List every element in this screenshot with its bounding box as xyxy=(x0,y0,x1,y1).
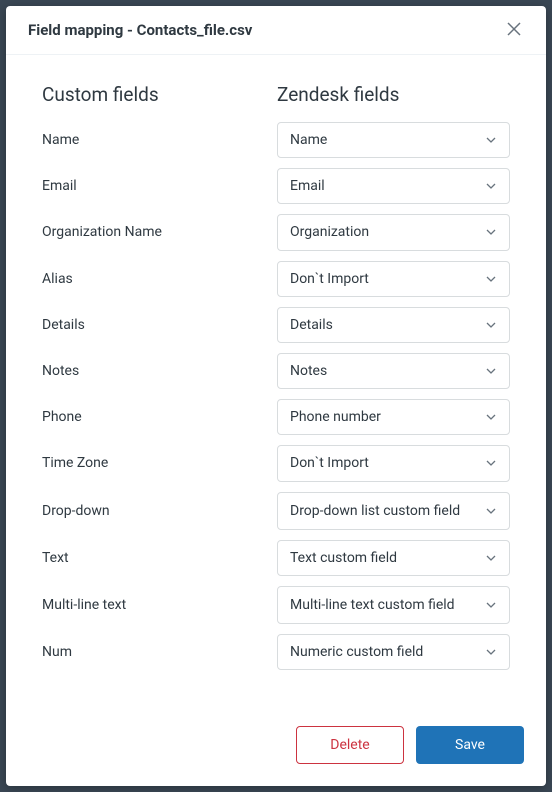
field-select-num[interactable]: Numeric custom field xyxy=(277,634,510,670)
select-value: Numeric custom field xyxy=(290,643,423,661)
field-label: Multi-line text xyxy=(42,597,277,613)
field-select-email[interactable]: Email xyxy=(277,168,510,204)
field-label: Name xyxy=(42,132,277,148)
field-label: Notes xyxy=(42,363,277,379)
mapping-row: Text Text custom field xyxy=(42,540,510,576)
select-value: Drop-down list custom field xyxy=(290,502,460,520)
field-select-details[interactable]: Details xyxy=(277,307,510,343)
mapping-row: Phone Phone number xyxy=(42,399,510,435)
field-select-phone[interactable]: Phone number xyxy=(277,399,510,435)
field-select-multiline[interactable]: Multi-line text custom field xyxy=(277,586,510,624)
field-select-text[interactable]: Text custom field xyxy=(277,540,510,576)
mapping-row: Drop-down Drop-down list custom field xyxy=(42,492,510,530)
modal-header: Field mapping - Contacts_file.csv xyxy=(6,6,546,55)
field-label: Drop-down xyxy=(42,503,277,519)
close-button[interactable] xyxy=(504,20,524,40)
mapping-row: Notes Notes xyxy=(42,353,510,389)
select-value: Text custom field xyxy=(290,549,397,567)
field-label: Alias xyxy=(42,271,277,287)
select-value: Organization xyxy=(290,223,369,241)
chevron-down-icon xyxy=(485,226,497,238)
field-label: Details xyxy=(42,317,277,333)
select-value: Notes xyxy=(290,362,327,380)
close-icon xyxy=(507,21,521,40)
field-label: Time Zone xyxy=(42,455,277,471)
chevron-down-icon xyxy=(485,457,497,469)
chevron-down-icon xyxy=(485,319,497,331)
custom-fields-header: Custom fields xyxy=(42,83,277,106)
field-select-organization[interactable]: Organization xyxy=(277,214,510,250)
chevron-down-icon xyxy=(485,552,497,564)
field-select-name[interactable]: Name xyxy=(277,122,510,158)
mapping-row: Name Name xyxy=(42,122,510,158)
modal-footer: Delete Save xyxy=(6,708,546,786)
field-label: Text xyxy=(42,550,277,566)
mapping-row: Num Numeric custom field xyxy=(42,634,510,670)
select-value: Multi-line text custom field xyxy=(290,596,455,614)
field-select-alias[interactable]: Don`t Import xyxy=(277,261,510,297)
mapping-row: Details Details xyxy=(42,307,510,343)
zendesk-fields-header: Zendesk fields xyxy=(277,83,510,106)
chevron-down-icon xyxy=(485,180,497,192)
chevron-down-icon xyxy=(485,505,497,517)
field-label: Num xyxy=(42,644,277,660)
mapping-row: Alias Don`t Import xyxy=(42,261,510,297)
chevron-down-icon xyxy=(485,646,497,658)
select-value: Name xyxy=(290,131,327,149)
field-select-timezone[interactable]: Don`t Import xyxy=(277,445,510,481)
chevron-down-icon xyxy=(485,134,497,146)
mapping-row: Time Zone Don`t Import xyxy=(42,445,510,481)
mapping-row: Multi-line text Multi-line text custom f… xyxy=(42,586,510,624)
field-label: Email xyxy=(42,178,277,194)
field-select-dropdown[interactable]: Drop-down list custom field xyxy=(277,492,510,530)
modal-body[interactable]: Custom fields Zendesk fields Name Name E… xyxy=(6,55,546,708)
mapping-row: Email Email xyxy=(42,168,510,204)
select-value: Phone number xyxy=(290,408,381,426)
select-value: Don`t Import xyxy=(290,270,369,288)
save-button[interactable]: Save xyxy=(416,726,524,764)
chevron-down-icon xyxy=(485,599,497,611)
field-select-notes[interactable]: Notes xyxy=(277,353,510,389)
field-label: Organization Name xyxy=(42,224,277,240)
modal-title: Field mapping - Contacts_file.csv xyxy=(28,21,252,39)
columns-header: Custom fields Zendesk fields xyxy=(42,83,510,106)
delete-button[interactable]: Delete xyxy=(296,726,404,764)
select-value: Don`t Import xyxy=(290,454,369,472)
field-label: Phone xyxy=(42,409,277,425)
select-value: Details xyxy=(290,316,333,334)
mapping-row: Organization Name Organization xyxy=(42,214,510,250)
chevron-down-icon xyxy=(485,273,497,285)
select-value: Email xyxy=(290,177,325,195)
chevron-down-icon xyxy=(485,411,497,423)
field-mapping-modal: Field mapping - Contacts_file.csv Custom… xyxy=(6,6,546,786)
chevron-down-icon xyxy=(485,365,497,377)
